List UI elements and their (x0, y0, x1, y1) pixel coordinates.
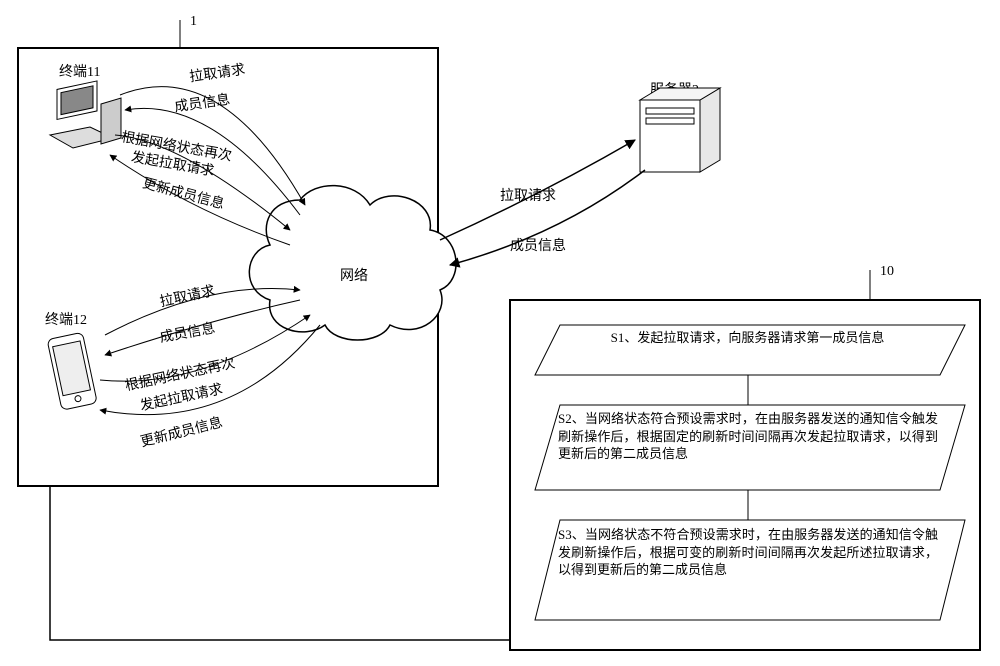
flow-s1-text: S1、发起拉取请求，向服务器请求第一成员信息 (560, 330, 935, 347)
lbl-sc-member: 成员信息 (510, 237, 566, 254)
lbl-cs-pull: 拉取请求 (500, 188, 556, 204)
network-cloud: 网络 (249, 186, 456, 340)
flow-s3-text: S3、当网络状态不符合预设需求时，在由服务器发送的通知信令触发刷新操作后，根据可… (558, 526, 938, 579)
lbl-t11-member: 成员信息 (173, 91, 231, 116)
terminal-11-icon: 终端11 (50, 64, 121, 148)
lbl-t12-pull: 拉取请求 (158, 283, 216, 310)
terminal-11-label: 终端11 (59, 64, 100, 80)
server-icon: 服务器2 (640, 82, 720, 172)
ref-flow: 10 (880, 264, 894, 279)
terminal-12-label: 终端12 (45, 312, 87, 328)
flow-step-s1: S1、发起拉取请求，向服务器请求第一成员信息 (535, 325, 965, 375)
flow-s2-text: S2、当网络状态符合预设需求时，在由服务器发送的通知信令触发刷新操作后，根据固定… (558, 410, 938, 463)
flow-step-s3: S3、当网络状态不符合预设需求时，在由服务器发送的通知信令触发刷新操作后，根据可… (535, 520, 965, 620)
flow-step-s2: S2、当网络状态符合预设需求时，在由服务器发送的通知信令触发刷新操作后，根据固定… (535, 405, 965, 490)
lbl-t11-pull: 拉取请求 (188, 62, 246, 86)
lbl-t11-upd: 更新成员信息 (141, 175, 227, 213)
lbl-t12-member: 成员信息 (158, 319, 216, 345)
network-label: 网络 (340, 268, 368, 284)
lbl-t12-upd: 更新成员信息 (139, 414, 225, 451)
terminal-12-icon: 终端12 (45, 312, 97, 410)
ref-system: 1 (190, 14, 197, 29)
connector-line (50, 486, 510, 640)
